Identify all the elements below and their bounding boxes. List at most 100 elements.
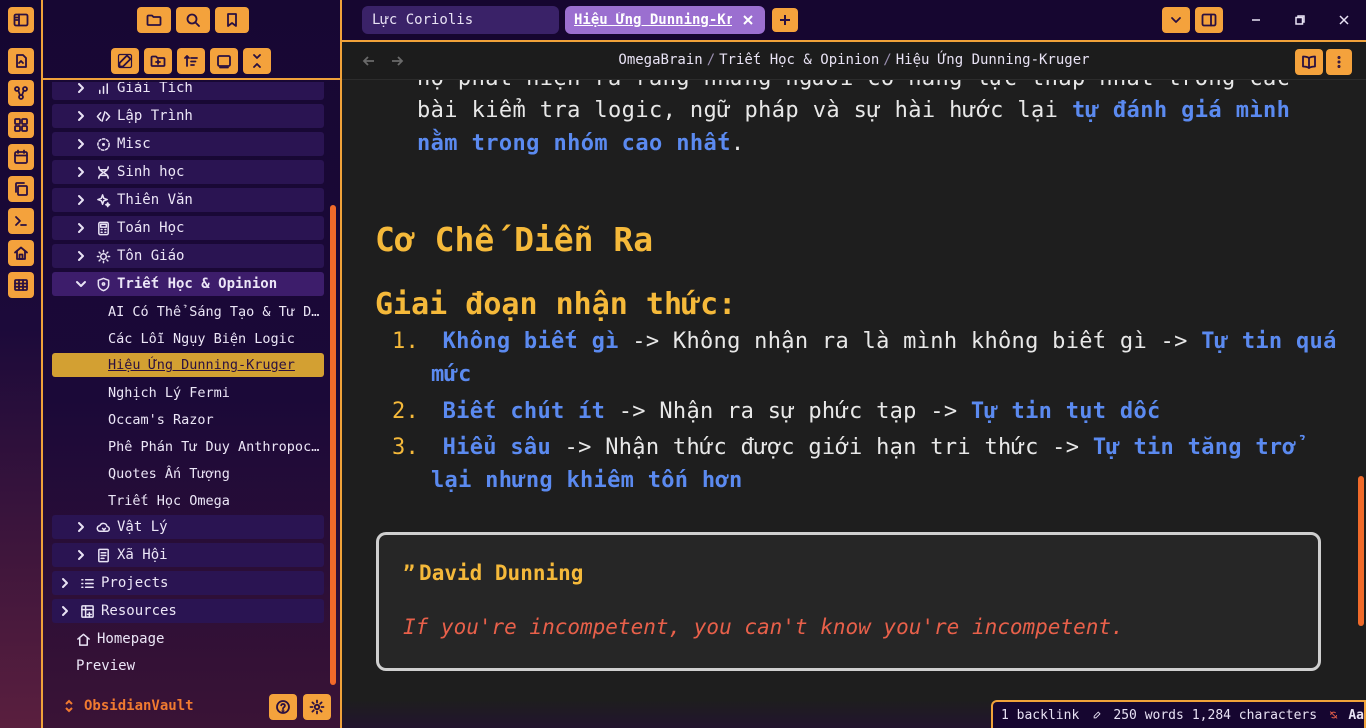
folder-label: Tôn Giáo [117, 248, 185, 264]
copy-icon[interactable] [8, 176, 34, 202]
cloud-icon [96, 522, 111, 532]
folder-misc[interactable]: Misc [52, 132, 324, 156]
file-label: Các Lỗi Ngụy Biện Logic [108, 331, 295, 347]
file-quotes-an-tuong[interactable]: Quotes Ấn Tượng [108, 462, 324, 486]
breadcrumb-file[interactable]: Hiệu Ứng Dunning-Kruger [896, 52, 1090, 68]
breadcrumb-root[interactable]: OmegaBrain [618, 52, 702, 68]
sort-order-icon[interactable] [177, 48, 205, 74]
file-hieu-ung-dunning-kruger[interactable]: Hiệu Ứng Dunning-Kruger [52, 353, 324, 377]
restore-icon [1295, 15, 1305, 25]
vault-switcher[interactable]: ObsidianVault [62, 698, 194, 714]
highlight-text: tự đánh giá mình [1071, 98, 1291, 123]
heading-giai-doan-nhan-thuc: Giai đoạn nhận thức: [375, 287, 737, 322]
callout-title: ” David Dunning [403, 561, 583, 585]
reading-mode-button[interactable] [1295, 49, 1323, 75]
sparkles-icon [97, 193, 111, 207]
folder-toan-hoc[interactable]: Toán Học [52, 216, 324, 240]
plus-icon [780, 15, 790, 25]
close-tab-icon[interactable] [742, 14, 754, 26]
backlinks-count[interactable]: 1 backlink [1001, 708, 1079, 723]
callout-quote: If you're incompetent, you can't know yo… [403, 615, 1124, 639]
file-explorer-sidebar: Giải Tích Lập Trình Misc Sinh học Thiên … [43, 0, 342, 728]
file-label: Homepage [97, 631, 165, 647]
list-text: -> Nhận thức được giới hạn tri thức -> [551, 435, 1093, 460]
minimize-icon [1252, 19, 1260, 21]
open-quick-switcher-icon[interactable] [8, 48, 34, 74]
graph-view-icon[interactable] [8, 80, 34, 106]
file-nghich-ly-fermi[interactable]: Nghịch Lý Fermi [108, 381, 324, 405]
collapse-all-icon[interactable] [243, 48, 271, 74]
list-text: -> Nhận ra sự phức tạp -> [605, 399, 971, 424]
folder-label: Toán Học [117, 220, 185, 236]
highlight-text: lại nhưng khiêm tốn hơn [431, 468, 743, 493]
file-homepage[interactable]: Homepage [52, 627, 324, 651]
file-ai-co-the-sang-tao[interactable]: AI Có Thể Sáng Tạo & Tư D… [108, 300, 324, 324]
folder-resources[interactable]: Resources [52, 599, 324, 623]
calculator-icon [98, 221, 109, 235]
grid-plus-icon [81, 604, 94, 618]
editor-scrollbar[interactable] [1358, 476, 1364, 626]
minimize-button[interactable] [1246, 10, 1266, 30]
right-sidebar-toggle[interactable] [1195, 7, 1223, 33]
table-icon[interactable] [8, 272, 34, 298]
sidebar-scrollbar[interactable] [330, 205, 336, 685]
folder-triet-hoc-opinion[interactable]: Triết Học & Opinion [52, 272, 324, 296]
folder-giai-tich[interactable]: Giải Tích [52, 82, 324, 100]
folder-sinh-hoc[interactable]: Sinh học [52, 160, 324, 184]
file-preview[interactable]: Preview [76, 654, 324, 678]
more-options-button[interactable] [1326, 49, 1352, 75]
word-count: 250 words [1113, 707, 1184, 723]
sync-disabled-icon[interactable] [1329, 707, 1338, 723]
folder-xa-hoi[interactable]: Xã Hội [52, 543, 324, 567]
status-area: 1 backlink 250 words 1,284 characters Aa [342, 700, 1366, 728]
tab-list-button[interactable] [1162, 7, 1190, 33]
auto-reveal-icon[interactable] [210, 48, 238, 74]
file-occams-razor[interactable]: Occam's Razor [108, 408, 324, 432]
folder-label: Thiên Văn [117, 192, 193, 208]
tab-luc-coriolis[interactable]: Lực Coriolis [362, 6, 559, 34]
paragraph-text: bài kiểm tra logic, ngữ pháp và sự hài h… [417, 98, 1072, 123]
editor-content[interactable]: họ phát hiện ra rằng những người có năng… [342, 80, 1366, 700]
settings-icon[interactable] [303, 694, 331, 720]
terminal-icon[interactable] [8, 208, 34, 234]
file-label: Quotes Ấn Tượng [108, 466, 230, 482]
character-count: 1,284 characters [1191, 707, 1318, 723]
font-size-indicator[interactable]: Aa [1348, 708, 1364, 723]
folder-projects[interactable]: Projects [52, 571, 324, 595]
home-icon[interactable] [8, 240, 34, 266]
file-triet-hoc-omega[interactable]: Triết Học Omega [108, 489, 324, 513]
close-window-button[interactable] [1334, 10, 1354, 30]
folder-vat-ly[interactable]: Vật Lý [52, 515, 324, 539]
file-label: Nghịch Lý Fermi [108, 385, 230, 401]
maximize-button[interactable] [1290, 10, 1310, 30]
folder-label: Projects [101, 575, 169, 591]
bookmarks-tab-icon[interactable] [215, 7, 249, 33]
file-label: Occam's Razor [108, 412, 214, 428]
new-note-icon[interactable] [111, 48, 139, 74]
help-icon[interactable] [269, 694, 297, 720]
file-label: Phê Phán Tư Duy Anthropoc… [108, 439, 320, 455]
document-icon [98, 548, 109, 562]
files-tab-icon[interactable] [137, 7, 171, 33]
sidebar-toggle-icon[interactable] [8, 7, 34, 33]
highlight-text: Tự tin quá [1201, 329, 1337, 354]
tab-hieu-ung-dunning-kruger[interactable]: Hiệu Ứng Dunning-Kruger [565, 6, 765, 34]
code-icon [96, 110, 111, 122]
calendar-icon[interactable] [8, 144, 34, 170]
canvas-icon[interactable] [8, 112, 34, 138]
file-label: Hiệu Ứng Dunning-Kruger [108, 357, 295, 373]
file-cac-loi-nguy-bien[interactable]: Các Lỗi Ngụy Biện Logic [108, 327, 324, 351]
dna-icon [98, 165, 109, 179]
folder-lap-trinh[interactable]: Lập Trình [52, 104, 324, 128]
new-folder-icon[interactable] [144, 48, 172, 74]
search-tab-icon[interactable] [176, 7, 210, 33]
file-phe-phan-tu-duy[interactable]: Phê Phán Tư Duy Anthropoc… [108, 435, 324, 459]
highlight-text: Biết chút ít [442, 399, 606, 424]
folder-ton-giao[interactable]: Tôn Giáo [52, 244, 324, 268]
breadcrumb-folder[interactable]: Triết Học & Opinion [719, 52, 879, 68]
new-tab-button[interactable] [772, 8, 798, 32]
pencil-icon[interactable] [1093, 708, 1101, 722]
folder-thien-van[interactable]: Thiên Văn [52, 188, 324, 212]
list-item: 2. Biết chút ít -> Nhận ra sự phức tạp -… [392, 399, 1161, 424]
close-icon [1339, 15, 1349, 25]
